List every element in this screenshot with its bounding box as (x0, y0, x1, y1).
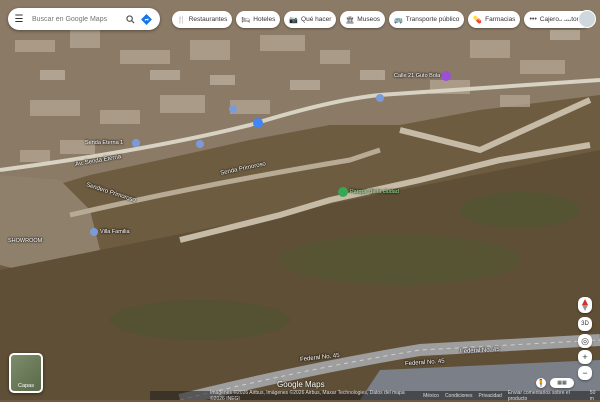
apps-grid-icon[interactable] (559, 12, 573, 26)
chip-restaurants[interactable]: 🍴 Restaurantes (172, 11, 233, 28)
map-imagery (0, 0, 600, 400)
pegman-icon[interactable]: 🧍 (536, 378, 546, 388)
directions-icon[interactable] (138, 11, 154, 27)
zoom-out-button[interactable]: − (578, 366, 592, 380)
fork-knife-icon: 🍴 (177, 16, 186, 24)
imagery-thumbnails[interactable]: ▦▦ (550, 378, 574, 388)
compass-icon[interactable] (578, 297, 592, 313)
category-chips: 🍴 Restaurantes 🛏 Hoteles 📷 Qué hacer 🏛 Museo… (172, 11, 591, 28)
blue-pin[interactable] (253, 118, 263, 128)
footer-link-country[interactable]: México (423, 393, 439, 399)
layers-button[interactable]: Capas (9, 353, 43, 393)
place-label-parque[interactable]: Parque de la ciudad (350, 189, 399, 195)
gray-pin-5[interactable] (376, 94, 384, 102)
museum-icon: 🏛 (345, 16, 355, 24)
footer-link-terms[interactable]: Condiciones (445, 393, 473, 399)
place-label-showroom[interactable]: SHOWROOM (8, 238, 42, 244)
place-label-villa-familia[interactable]: Villa Familia (100, 229, 130, 235)
gray-pin-2[interactable] (196, 140, 204, 148)
chip-transit[interactable]: 🚌 Transporte público (389, 11, 465, 28)
tilt-3d-button[interactable]: 3D (578, 317, 592, 331)
avatar[interactable] (578, 10, 596, 28)
zoom-in-button[interactable]: + (578, 350, 592, 364)
place-label-senda-eterna[interactable]: Senda Eterna 1 (85, 140, 123, 146)
search-input[interactable] (30, 14, 122, 24)
camera-icon: 📷 (289, 16, 299, 24)
cash-icon: ••• (529, 16, 537, 23)
google-maps-logo: Google Maps (277, 380, 325, 389)
bus-icon: 🚌 (394, 16, 403, 24)
green-pin[interactable] (338, 187, 348, 197)
satellite-map[interactable]: Av. Senda Eterna Senda Primoroso Sendero… (0, 0, 600, 400)
pharmacy-icon: 💊 (473, 16, 483, 24)
place-label-calle21[interactable]: Calle 21 Guto Bola (394, 73, 440, 79)
search-bar[interactable]: ☰ (8, 8, 160, 30)
chip-things-to-do[interactable]: 📷 Qué hacer (284, 11, 337, 28)
gray-pin-1[interactable] (229, 105, 237, 113)
chip-hotels[interactable]: 🛏 Hoteles (236, 11, 281, 28)
bed-icon: 🛏 (241, 16, 251, 24)
search-icon[interactable] (122, 11, 138, 27)
gray-pin-4[interactable] (90, 228, 98, 236)
chip-museums[interactable]: 🏛 Museos (340, 11, 386, 28)
purple-pin[interactable] (441, 71, 451, 81)
my-location-icon[interactable]: ◎ (578, 334, 592, 348)
menu-icon[interactable]: ☰ (8, 14, 30, 25)
gray-pin-3[interactable] (132, 139, 140, 147)
footer-link-privacy[interactable]: Privacidad (478, 393, 501, 399)
chip-pharmacies[interactable]: 💊 Farmacias (468, 11, 521, 28)
map-footer: Imágenes ©2026 Airbus, Imágenes ©2026 Ai… (150, 390, 600, 402)
